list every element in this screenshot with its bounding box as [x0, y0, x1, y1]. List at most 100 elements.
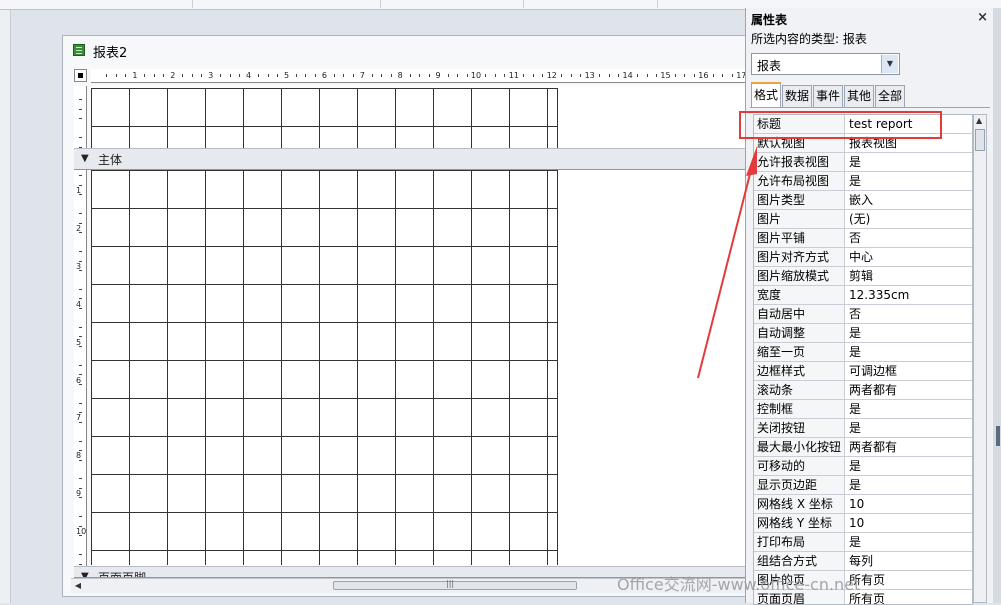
property-row[interactable]: 网格线 X 坐标 10: [754, 495, 972, 514]
ribbon-divider: [657, 0, 658, 8]
ruler-tick: [333, 74, 335, 77]
ruler-tick: [561, 74, 563, 77]
property-row[interactable]: 最大最小化按钮 两者都有: [754, 438, 972, 457]
ruler-tick: [239, 74, 241, 77]
page-footer-label: 页面页脚: [98, 571, 147, 578]
property-name: 图片类型: [754, 191, 845, 209]
ruler-tick: [684, 74, 686, 77]
tab-data[interactable]: 数据: [782, 85, 812, 108]
property-row[interactable]: 滚动条 两者都有: [754, 381, 972, 400]
ruler-tick: [343, 74, 345, 77]
property-row[interactable]: 宽度 12.335cm: [754, 286, 972, 305]
property-value[interactable]: 否: [846, 305, 972, 323]
ruler-tick: [674, 74, 676, 77]
tab-other[interactable]: 其他: [844, 85, 874, 108]
property-value[interactable]: 每列: [846, 552, 972, 570]
close-icon[interactable]: ×: [977, 10, 988, 25]
property-value[interactable]: 可调边框: [846, 362, 972, 380]
tab-event[interactable]: 事件: [813, 85, 843, 108]
property-row[interactable]: 允许布局视图是: [754, 172, 972, 191]
property-row[interactable]: 关闭按钮是: [754, 419, 972, 438]
ruler-tick: [79, 99, 82, 101]
property-row[interactable]: 允许报表视图是: [754, 153, 972, 172]
property-value[interactable]: 中心: [846, 248, 972, 266]
property-name: 网格线 X 坐标: [754, 495, 845, 513]
property-value[interactable]: 两者都有: [846, 438, 972, 456]
property-name: 关闭按钮: [754, 419, 845, 437]
select-report-button[interactable]: [74, 69, 87, 82]
ribbon-divider: [523, 0, 524, 8]
property-row[interactable]: 图片缩放模式 剪辑: [754, 267, 972, 286]
property-value[interactable]: 否: [846, 229, 972, 247]
property-value[interactable]: 嵌入: [846, 191, 972, 209]
property-value[interactable]: 剪辑: [846, 267, 972, 285]
tab-format[interactable]: 格式: [751, 82, 781, 108]
report-design-canvas[interactable]: ▼ 主体 ▼ 页面页脚: [74, 86, 748, 578]
property-row[interactable]: 缩至一页是: [754, 343, 972, 362]
property-row[interactable]: 打印布局是: [754, 533, 972, 552]
ruler-tick: [79, 440, 82, 442]
ruler-tick: [163, 74, 165, 77]
property-sheet-title: 属性表: [751, 13, 788, 27]
property-value[interactable]: 10: [846, 495, 972, 513]
scrollbar-thumb[interactable]: [333, 579, 577, 590]
property-name: 图片: [754, 210, 845, 228]
property-row[interactable]: 控制框是: [754, 400, 972, 419]
tab-all[interactable]: 全部: [875, 85, 905, 108]
property-value[interactable]: (无): [846, 210, 972, 228]
property-row[interactable]: 图片对齐方式 中心: [754, 248, 972, 267]
property-row[interactable]: 显示页边距是: [754, 476, 972, 495]
property-value[interactable]: 是: [846, 172, 972, 190]
property-name: 可移动的: [754, 457, 845, 475]
horizontal-ruler[interactable]: 1 2 3 4 5 6 7 8 9 10 11 12 13 14 15 16 17: [91, 69, 748, 83]
ruler-number: 4: [246, 71, 252, 80]
ruler-tick: [182, 74, 184, 77]
property-name: 显示页边距: [754, 476, 845, 494]
property-value[interactable]: 是: [846, 153, 972, 171]
property-row[interactable]: 图片平铺否: [754, 229, 972, 248]
property-value[interactable]: 10: [846, 514, 972, 532]
ruler-number: 12: [546, 71, 557, 80]
page-header-grid[interactable]: [91, 88, 558, 148]
property-row[interactable]: 边框样式 可调边框: [754, 362, 972, 381]
splitter-handle[interactable]: [996, 426, 1000, 446]
scroll-left-icon[interactable]: ◀: [73, 581, 83, 591]
navigation-pane-edge[interactable]: [0, 10, 11, 603]
property-value[interactable]: 是: [846, 324, 972, 342]
property-name: 图片对齐方式: [754, 248, 845, 266]
property-value[interactable]: 是: [846, 476, 972, 494]
scrollbar-thumb[interactable]: [975, 129, 985, 151]
property-tabs: 格式 数据 事件 其他 全部: [750, 82, 990, 108]
property-value[interactable]: 两者都有: [846, 381, 972, 399]
ruler-tick: [371, 74, 373, 77]
property-row[interactable]: 自动调整是: [754, 324, 972, 343]
property-value[interactable]: 是: [846, 533, 972, 551]
property-value[interactable]: 是: [846, 400, 972, 418]
property-value[interactable]: 是: [846, 419, 972, 437]
property-value[interactable]: 是: [846, 343, 972, 361]
detail-section-bar[interactable]: ▼ 主体: [74, 148, 748, 170]
property-row[interactable]: 自动居中否: [754, 305, 972, 324]
property-value[interactable]: 所有页: [846, 571, 972, 589]
ruler-tick: [637, 74, 639, 77]
report-tab[interactable]: 报表2: [63, 36, 753, 64]
ruler-tick: [504, 74, 506, 77]
property-value[interactable]: 是: [846, 457, 972, 475]
ruler-tick: [390, 74, 392, 77]
property-grid-scrollbar[interactable]: ▲: [973, 114, 987, 603]
property-value[interactable]: 12.335cm: [846, 286, 972, 304]
ruler-tick: [79, 364, 82, 366]
scroll-up-icon[interactable]: ▲: [976, 116, 982, 125]
ruler-tick: [712, 74, 714, 77]
chevron-down-icon[interactable]: ▼: [881, 55, 898, 73]
property-row[interactable]: 网格线 Y 坐标 10: [754, 514, 972, 533]
property-row[interactable]: 图片类型 嵌入: [754, 191, 972, 210]
ruler-number: 5: [76, 337, 82, 347]
property-row[interactable]: 图片 (无): [754, 210, 972, 229]
detail-section-grid[interactable]: [91, 170, 558, 565]
ribbon-divider: [380, 0, 381, 8]
property-row[interactable]: 组结合方式 每列: [754, 552, 972, 571]
ruler-tick: [79, 478, 82, 480]
property-row[interactable]: 可移动的是: [754, 457, 972, 476]
selection-dropdown[interactable]: 报表 ▼: [751, 53, 900, 75]
